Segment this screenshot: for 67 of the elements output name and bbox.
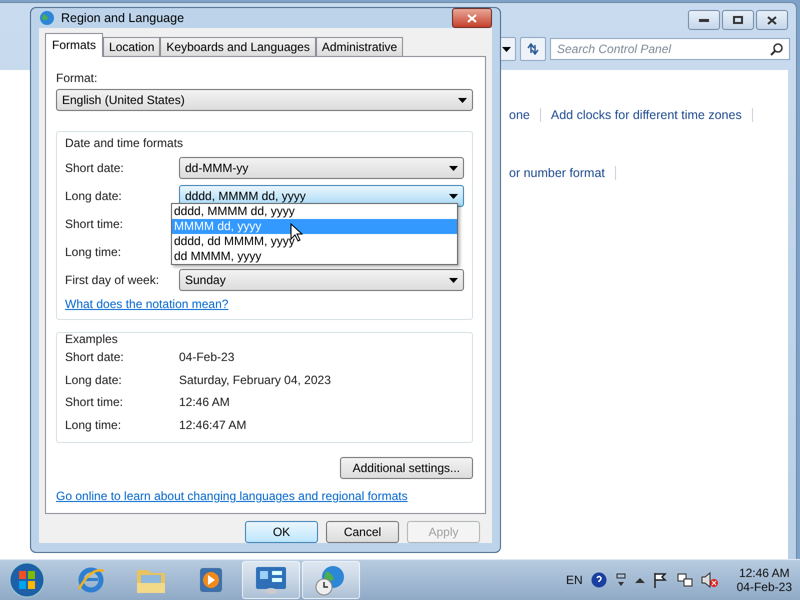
- field-label: Long time:: [65, 245, 122, 259]
- field-label: First day of week:: [65, 273, 160, 287]
- clock-date[interactable]: 04-Feb-23: [736, 580, 792, 594]
- task-link[interactable]: Add clocks for different time zones: [550, 108, 753, 122]
- task-link[interactable]: one: [509, 108, 541, 122]
- format-dropdown[interactable]: English (United States): [56, 89, 473, 111]
- language-bar-icon[interactable]: [614, 573, 627, 587]
- taskbar-app[interactable]: [242, 561, 300, 599]
- tab[interactable]: Formats: [45, 33, 104, 57]
- taskbar-app[interactable]: [302, 561, 360, 599]
- example-label: Long time:: [65, 418, 122, 432]
- additional-settings-button[interactable]: Additional settings...: [340, 457, 473, 479]
- start-button-icon[interactable]: [8, 561, 46, 599]
- network-icon[interactable]: [676, 572, 693, 588]
- close-button[interactable]: [756, 10, 788, 30]
- help-icon[interactable]: [590, 572, 607, 588]
- notation-link[interactable]: What does the notation mean?: [65, 297, 228, 311]
- field-label: Short date:: [65, 161, 124, 175]
- online-help-link[interactable]: Go online to learn about changing languages and regional formats: [56, 489, 408, 503]
- task-link[interactable]: or number format: [509, 166, 616, 180]
- example-label: Short time:: [65, 395, 124, 410]
- window-title: Region and Language: [61, 11, 186, 25]
- refresh-icon: [526, 43, 540, 55]
- field-label: Format:: [56, 71, 98, 85]
- dropdown-arrow-icon: [502, 46, 510, 52]
- group-title: Date and time formats: [65, 136, 184, 150]
- example-value: Saturday, February 04, 2023: [179, 372, 331, 387]
- dropdown-option[interactable]: dddd, dd MMMM, yyyy: [172, 234, 457, 249]
- control-panel-icon[interactable]: [254, 565, 288, 595]
- maximize-button[interactable]: [722, 10, 754, 30]
- format-dropdown[interactable]: dd-MMM-yy: [179, 157, 464, 179]
- show-hidden-icons-icon[interactable]: [634, 577, 645, 583]
- search-field[interactable]: Search Control Panel: [550, 38, 790, 60]
- example-value: 04-Feb-23: [179, 350, 234, 364]
- dropdown-option[interactable]: dd MMMM, yyyy: [172, 249, 457, 264]
- group-title: Examples: [65, 332, 119, 346]
- dialog-button[interactable]: OK: [245, 521, 318, 543]
- format-dropdown[interactable]: Sunday: [179, 269, 464, 291]
- close-button[interactable]: [452, 8, 492, 28]
- media-player-icon[interactable]: [197, 565, 225, 595]
- field-label: Short time:: [65, 217, 124, 231]
- close-icon: [767, 16, 777, 24]
- minimize-icon: [699, 18, 709, 22]
- clock-time[interactable]: 12:46 AM: [738, 566, 790, 580]
- example-value: 12:46:47 AM: [179, 418, 246, 432]
- minimize-button[interactable]: [688, 10, 720, 30]
- tab[interactable]: Keyboards and Languages: [160, 37, 316, 56]
- example-value: 12:46 AM: [179, 395, 230, 410]
- language-indicator[interactable]: EN: [566, 573, 583, 587]
- globe-icon: [39, 10, 55, 26]
- close-icon: [467, 14, 477, 22]
- tab[interactable]: Administrative: [316, 37, 404, 56]
- dropdown-arrow-icon: [458, 98, 467, 102]
- dropdown-arrow-icon: [449, 278, 458, 282]
- flag-icon[interactable]: [652, 572, 669, 588]
- search-icon: [770, 42, 783, 56]
- example-label: Long date:: [65, 372, 122, 387]
- example-label: Short date:: [65, 350, 124, 364]
- maximize-icon: [733, 16, 743, 24]
- muted-speaker-icon[interactable]: [700, 572, 719, 588]
- tab[interactable]: Location: [103, 37, 160, 56]
- dropdown-arrow-icon: [449, 166, 458, 170]
- dropdown-arrow-icon: [449, 194, 458, 198]
- dropdown-option[interactable]: dddd, MMMM dd, yyyy: [172, 204, 457, 219]
- dialog-button[interactable]: Cancel: [326, 521, 399, 543]
- refresh-button[interactable]: [520, 37, 546, 61]
- field-label: Long date:: [65, 189, 122, 203]
